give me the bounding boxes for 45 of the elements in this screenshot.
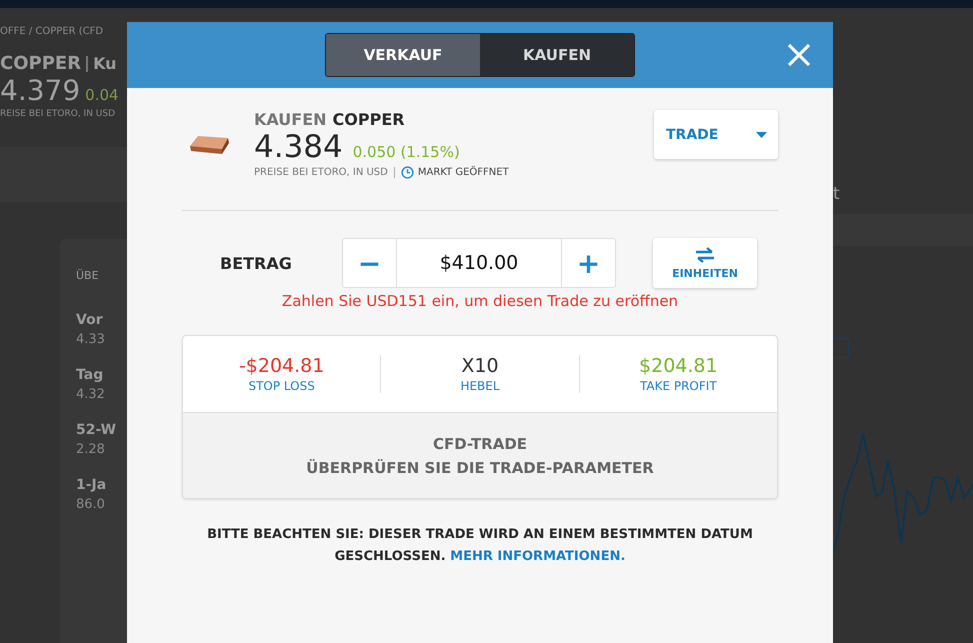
stat-value: 4.32	[76, 387, 106, 402]
parameter-value: $204.81	[639, 355, 718, 377]
parameter-link[interactable]: HEBEL	[460, 377, 500, 393]
parameter-link[interactable]: STOP LOSS	[248, 377, 315, 393]
stat-value: 4.33	[76, 332, 106, 347]
price-note: REISE BEI ETORO, IN USD	[0, 109, 116, 119]
trade-action: KAUFEN	[254, 110, 327, 129]
increase-button[interactable]: +	[561, 238, 616, 288]
stat-value: 2.28	[76, 442, 106, 457]
stat-label: Tag	[76, 367, 104, 383]
price-change: 0.050 (1.15%)	[352, 143, 460, 161]
tab-label: t	[833, 184, 840, 204]
stats-heading: ÜBE	[76, 269, 100, 282]
price-change: 0.04	[85, 86, 119, 104]
price: 4.379	[0, 74, 80, 107]
order-type-dropdown[interactable]: TRADE	[654, 110, 778, 159]
parameter-value: -$204.81	[238, 355, 324, 377]
price-note: PREISE BEI ETORO, IN USD	[254, 167, 388, 178]
units-button[interactable]: EINHEITEN	[653, 238, 757, 288]
trade-direction-tab[interactable]: KAUFEN	[480, 34, 634, 76]
stat-label: 1-Ja	[76, 477, 108, 493]
breadcrumb: OFFE / COPPER (CFD	[0, 26, 104, 37]
swap-arrows-icon	[695, 246, 715, 262]
amount-label: BETRAG	[219, 254, 293, 272]
more-info-link[interactable]: MEHR INFORMATIONEN.	[450, 549, 626, 564]
parameter-value: X10	[461, 355, 499, 377]
review-text: ÜBERPRÜFEN SIE DIE TRADE-PARAMETER	[306, 458, 654, 476]
instrument-title: COPPER	[0, 53, 82, 74]
stat-label: Vor	[76, 312, 104, 328]
instrument-name: COPPER	[332, 110, 405, 129]
parameter-link[interactable]: TAKE PROFIT	[640, 377, 717, 393]
amount-input[interactable]: $410.00	[397, 238, 561, 288]
trade-direction-tab[interactable]: VERKAUF	[326, 34, 480, 76]
caret-icon	[756, 132, 767, 138]
trade-type: CFD-TRADE	[432, 434, 528, 452]
close-icon[interactable]	[787, 43, 811, 67]
price: 4.384	[254, 129, 343, 165]
clock-icon	[400, 166, 414, 179]
instrument-subtitle: Ku	[93, 54, 117, 73]
stat-value: 86.0	[76, 497, 106, 512]
decrease-button[interactable]: −	[342, 238, 397, 288]
error-message: Zahlen Sie USD151 ein, um diesen Trade zu eröffnen	[280, 292, 680, 310]
notice-text: BITTE BEACHTEN SIE: DIESER TRADE WIRD AN EINEM BESTIMMTEN DATUM GESCHLOSSEN. MEHR INFORMATIONEN.	[206, 526, 754, 566]
stat-label: 52-W	[76, 422, 118, 438]
market-status: MARKT GEÖFFNET	[418, 167, 509, 178]
